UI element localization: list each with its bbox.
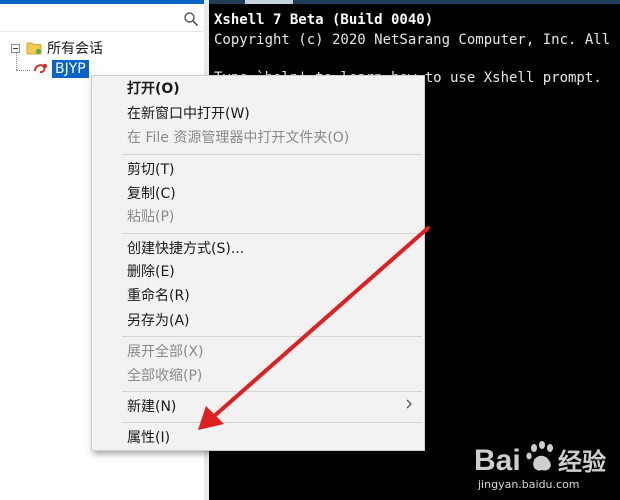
menu-separator	[122, 422, 422, 423]
menu-separator	[122, 154, 422, 155]
menu-separator	[122, 391, 422, 392]
menu-item-copy[interactable]: 复制(C)	[127, 183, 176, 205]
svg-text:经验: 经验	[558, 448, 606, 476]
menu-item-rename[interactable]: 重命名(R)	[127, 285, 190, 307]
watermark-url: jingyan.baidu.com	[478, 478, 580, 491]
session-search-box[interactable]	[0, 7, 203, 32]
menu-item-new[interactable]: 新建(N)	[127, 396, 176, 418]
context-menu: 打开(O) 在新窗口中打开(W) 在 File 资源管理器中打开文件夹(O) 剪…	[91, 75, 425, 451]
menu-item-open-new-window[interactable]: 在新窗口中打开(W)	[127, 103, 250, 125]
terminal-line: Copyright (c) 2020 NetSarang Computer, I…	[214, 32, 620, 48]
tree-node-all-sessions[interactable]: 所有会话	[11, 38, 103, 58]
chevron-right-icon	[406, 399, 412, 409]
menu-item-save-as[interactable]: 另存为(A)	[127, 310, 190, 332]
folder-icon	[26, 42, 42, 55]
menu-item-properties[interactable]: 属性(I)	[127, 427, 170, 449]
terminal-line: Xshell 7 Beta (Build 0040)	[214, 12, 434, 28]
tree-connector	[16, 52, 17, 70]
menu-separator	[122, 233, 422, 234]
session-icon	[34, 63, 48, 74]
menu-item-cut[interactable]: 剪切(T)	[127, 159, 174, 181]
svg-text:Bai: Bai	[474, 444, 521, 477]
menu-separator	[122, 336, 422, 337]
menu-item-paste[interactable]: 粘贴(P)	[127, 206, 174, 228]
tree-label-all-sessions: 所有会话	[47, 41, 103, 57]
search-icon[interactable]	[183, 11, 199, 27]
tree-node-session[interactable]: BJYP	[33, 59, 89, 79]
tree-connector	[16, 70, 30, 71]
menu-item-create-shortcut[interactable]: 创建快捷方式(S)...	[127, 238, 244, 260]
terminal-tab[interactable]	[245, 0, 293, 4]
tree-label-session: BJYP	[52, 60, 89, 78]
menu-item-expand-all[interactable]: 展开全部(X)	[127, 341, 204, 363]
menu-item-open-in-explorer[interactable]: 在 File 资源管理器中打开文件夹(O)	[127, 127, 349, 149]
menu-item-collapse-all[interactable]: 全部收缩(P)	[127, 365, 202, 387]
menu-item-open[interactable]: 打开(O)	[127, 78, 180, 100]
menu-item-delete[interactable]: 删除(E)	[127, 261, 175, 283]
session-panel-titlebar	[0, 0, 204, 4]
terminal-tab-bar	[209, 0, 620, 4]
